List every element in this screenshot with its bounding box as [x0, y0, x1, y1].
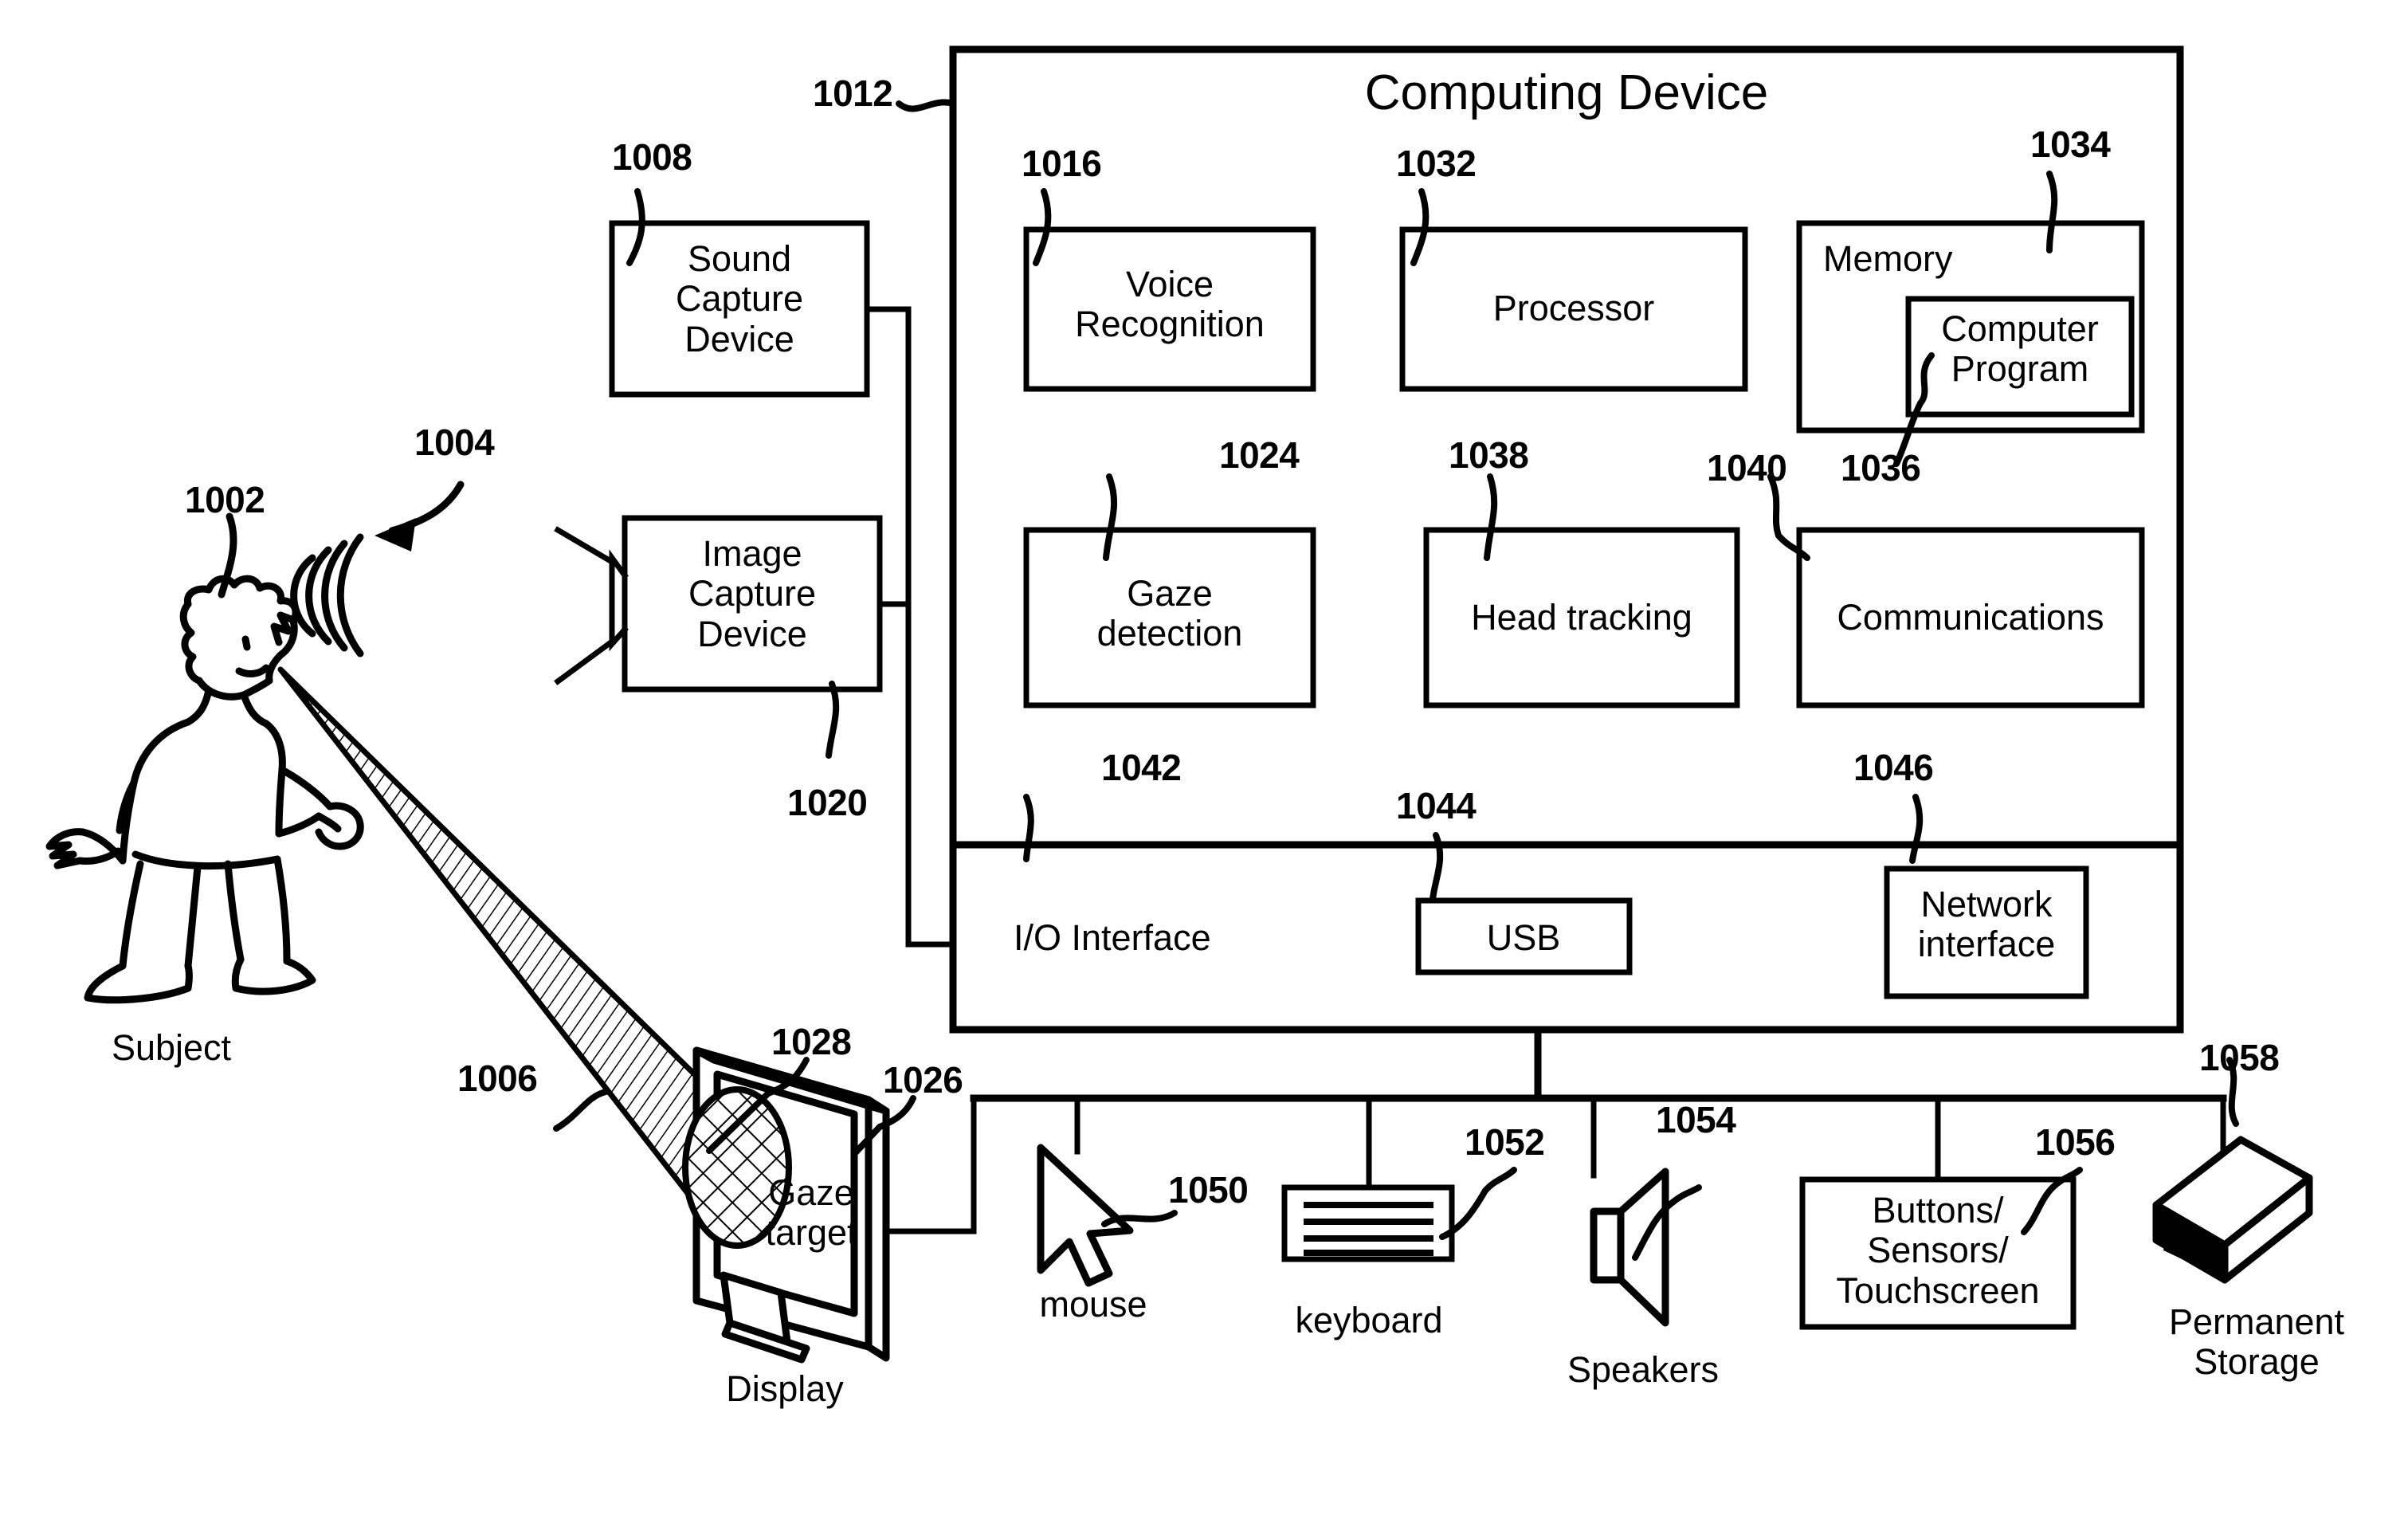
speaker-icon — [1590, 1168, 1669, 1327]
page-title: Computing Device — [1364, 65, 1769, 120]
computer-program-label: Computer Program — [1941, 308, 2099, 390]
gaze-target-label: Gaze target — [765, 1172, 857, 1254]
ref-1044: 1044 — [1396, 785, 1477, 826]
ref-1028: 1028 — [771, 1021, 852, 1062]
sound-capture-device-label: Sound Capture Device — [675, 238, 804, 359]
mouse-label: mouse — [1039, 1284, 1147, 1325]
usb-label: USB — [1486, 917, 1561, 958]
keyboard-label: keyboard — [1295, 1300, 1443, 1340]
buttons-sensors-touchscreen-label: Buttons/ Sensors/ Touchscreen — [1836, 1190, 2040, 1311]
ref-1004-arrowhead — [375, 518, 416, 551]
processor-label: Processor — [1492, 288, 1655, 328]
ref-1016: 1016 — [1022, 143, 1102, 184]
keyboard-icon — [1281, 1184, 1455, 1262]
patent-figure: Computing Device 1012 1008 1016 1032 103… — [0, 0, 2408, 1515]
subject-label: Subject — [111, 1027, 232, 1068]
gaze-detection-label: Gaze detection — [1096, 573, 1243, 654]
display-label: Display — [726, 1368, 844, 1409]
ref-1036: 1036 — [1841, 447, 1921, 489]
ref-1020: 1020 — [787, 782, 868, 823]
permanent-storage-label: Permanent Storage — [2168, 1301, 2345, 1383]
sound-waves-icon — [290, 533, 364, 657]
ref-1002: 1002 — [185, 479, 265, 520]
ref-1046: 1046 — [1853, 747, 1934, 788]
ref-1052: 1052 — [1465, 1121, 1545, 1163]
storage-drive-icon — [2152, 1136, 2313, 1284]
camera-lens-icon — [554, 526, 629, 685]
io-interface-label: I/O Interface — [1014, 917, 1211, 958]
ref-1058: 1058 — [2199, 1037, 2280, 1078]
ref-1008: 1008 — [612, 136, 692, 178]
ref-1040: 1040 — [1707, 447, 1787, 489]
ref-1038: 1038 — [1449, 434, 1529, 476]
ref-1004: 1004 — [414, 422, 495, 463]
network-interface-label: Network interface — [1917, 884, 2056, 965]
communications-label: Communications — [1837, 597, 2104, 638]
person-figure-icon — [45, 575, 364, 1004]
head-tracking-label: Head tracking — [1471, 597, 1692, 638]
computing-device-outline — [949, 45, 2184, 1034]
speakers-label: Speakers — [1567, 1349, 1720, 1390]
ref-1006: 1006 — [457, 1058, 538, 1099]
ref-1026: 1026 — [883, 1059, 963, 1101]
ref-1042: 1042 — [1101, 747, 1182, 788]
peripheral-bus — [970, 1026, 2227, 1191]
memory-label: Memory — [1823, 238, 1953, 279]
ref-1054: 1054 — [1656, 1099, 1736, 1140]
mouse-cursor-icon — [1037, 1144, 1134, 1287]
ref-1012: 1012 — [813, 73, 893, 114]
ref-1050: 1050 — [1168, 1169, 1249, 1211]
voice-recognition-label: Voice Recognition — [1075, 264, 1265, 345]
ref-1024: 1024 — [1219, 434, 1300, 476]
ref-1034: 1034 — [2030, 124, 2111, 165]
ref-1032: 1032 — [1396, 143, 1477, 184]
image-capture-device-label: Image Capture Device — [688, 533, 817, 654]
ref-1056: 1056 — [2035, 1121, 2116, 1163]
